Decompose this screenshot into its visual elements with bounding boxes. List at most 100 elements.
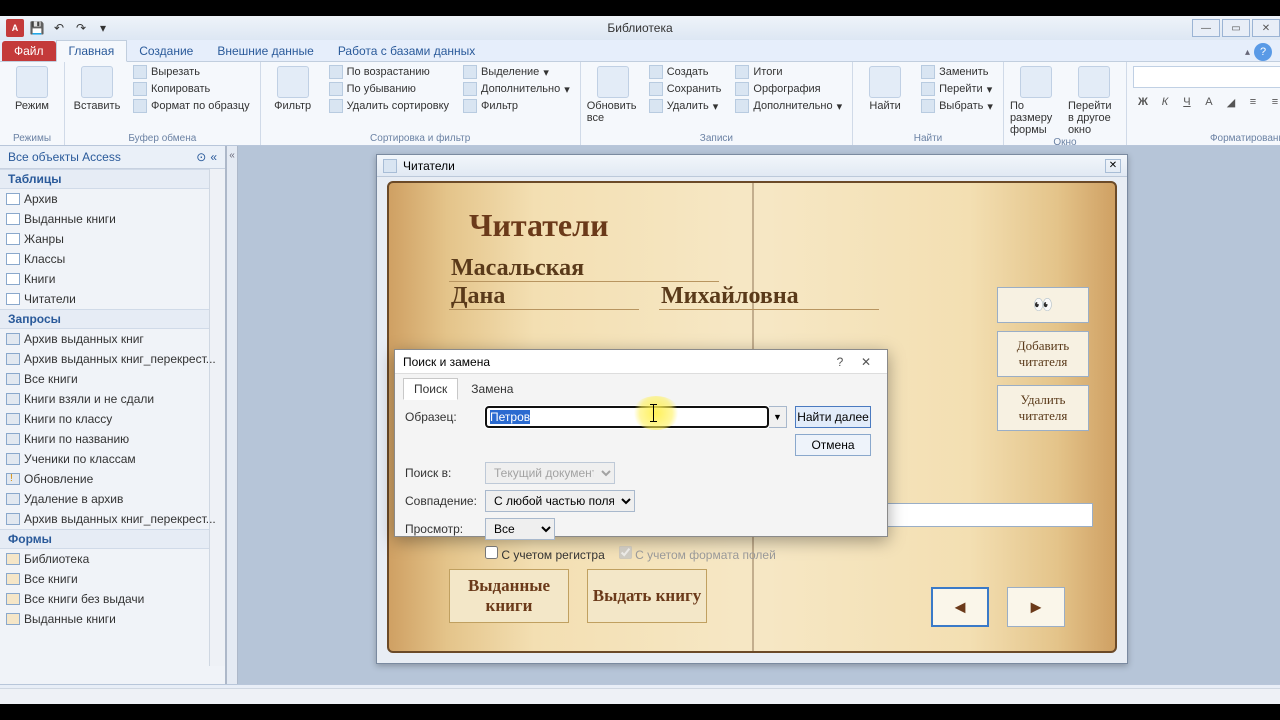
- help-icon[interactable]: ?: [1254, 43, 1272, 61]
- match-format-checkbox[interactable]: С учетом формата полей: [619, 546, 776, 562]
- nav-item[interactable]: Читатели: [0, 289, 225, 309]
- nav-group-Формы[interactable]: Формы⌃: [0, 529, 225, 549]
- copy-button[interactable]: Копировать: [129, 81, 254, 97]
- bold-icon[interactable]: Ж: [1133, 92, 1153, 112]
- cut-button[interactable]: Вырезать: [129, 64, 254, 80]
- format-painter-button[interactable]: Формат по образцу: [129, 98, 254, 114]
- tab-external[interactable]: Внешние данные: [205, 41, 326, 61]
- qat-redo-icon[interactable]: ↷: [72, 19, 90, 37]
- fill-color-icon[interactable]: ◢: [1221, 92, 1241, 112]
- find-next-button[interactable]: Найти далее: [795, 406, 871, 428]
- next-record-button[interactable]: ►: [1007, 587, 1065, 627]
- match-select[interactable]: С любой частью поля: [485, 490, 635, 512]
- records-more-button[interactable]: Дополнительно ▾: [731, 98, 846, 114]
- find-button[interactable]: Найти: [859, 64, 911, 132]
- nav-item[interactable]: Жанры: [0, 229, 225, 249]
- nav-item[interactable]: Книги по названию: [0, 429, 225, 449]
- nav-item[interactable]: Архив: [0, 189, 225, 209]
- close-button[interactable]: ✕: [1252, 19, 1280, 37]
- nav-item[interactable]: Все книги без выдачи: [0, 589, 225, 609]
- align-left-icon[interactable]: ≡: [1243, 92, 1263, 112]
- nav-group-Запросы[interactable]: Запросы⌃: [0, 309, 225, 329]
- firstname-field[interactable]: Дана: [451, 283, 505, 310]
- nav-item[interactable]: Книги взяли и не сдали: [0, 389, 225, 409]
- nav-item[interactable]: Выданные книги: [0, 209, 225, 229]
- prev-record-button[interactable]: ◄: [931, 587, 989, 627]
- underline-icon[interactable]: Ч: [1177, 92, 1197, 112]
- lastname-field[interactable]: Масальская: [451, 255, 584, 282]
- ribbon-minimize-icon[interactable]: ▴: [1245, 47, 1250, 58]
- maximize-button[interactable]: ▭: [1222, 19, 1250, 37]
- nav-item[interactable]: Библиотека: [0, 549, 225, 569]
- nav-item[interactable]: Удаление в архив: [0, 489, 225, 509]
- sample-input[interactable]: [485, 406, 769, 428]
- nav-item[interactable]: Все книги: [0, 569, 225, 589]
- fit-form-button[interactable]: По размеру формы: [1010, 64, 1062, 136]
- sample-dropdown-icon[interactable]: ▼: [769, 406, 787, 428]
- issue-book-button[interactable]: Выдать книгу: [587, 569, 707, 623]
- match-case-checkbox[interactable]: С учетом регистра: [485, 546, 605, 562]
- middlename-field[interactable]: Михайловна: [661, 283, 799, 310]
- view-mode-button[interactable]: Режим: [6, 64, 58, 132]
- nav-item[interactable]: Ученики по классам: [0, 449, 225, 469]
- nav-item[interactable]: Обновление: [0, 469, 225, 489]
- nav-scrollbar-h[interactable]: [0, 688, 1280, 704]
- nav-item[interactable]: Книги: [0, 269, 225, 289]
- toggle-filter-button[interactable]: Фильтр: [459, 98, 574, 114]
- font-color-icon[interactable]: A: [1199, 92, 1219, 112]
- nav-collapse-button[interactable]: «: [226, 146, 238, 684]
- nav-item[interactable]: Архив выданных книг_перекрест...: [0, 509, 225, 529]
- qat-undo-icon[interactable]: ↶: [50, 19, 68, 37]
- sort-desc-button[interactable]: По убыванию: [325, 81, 453, 97]
- font-family-select[interactable]: [1133, 66, 1280, 88]
- minimize-button[interactable]: —: [1192, 19, 1220, 37]
- tab-home[interactable]: Главная: [56, 40, 128, 62]
- save-record-button[interactable]: Сохранить: [645, 81, 726, 97]
- search-reader-button[interactable]: 👀: [997, 287, 1089, 323]
- align-center-icon[interactable]: ≡: [1265, 92, 1280, 112]
- nav-item[interactable]: Классы: [0, 249, 225, 269]
- dialog-close-button[interactable]: ✕: [853, 352, 879, 372]
- nav-item[interactable]: Все книги: [0, 369, 225, 389]
- totals-button[interactable]: Итоги: [731, 64, 846, 80]
- delete-record-button[interactable]: Удалить ▾: [645, 98, 726, 114]
- nav-group-Таблицы[interactable]: Таблицы⌃: [0, 169, 225, 189]
- selection-filter-button[interactable]: Выделение ▾: [459, 64, 574, 80]
- tab-create[interactable]: Создание: [127, 41, 205, 61]
- refresh-all-button[interactable]: Обновить все: [587, 64, 639, 132]
- qat-save-icon[interactable]: 💾: [28, 19, 46, 37]
- qat-customize-icon[interactable]: ▾: [94, 19, 112, 37]
- nav-header[interactable]: Все объекты Access ⊙«: [0, 146, 225, 169]
- dialog-tab-find[interactable]: Поиск: [403, 378, 458, 400]
- advanced-filter-button[interactable]: Дополнительно ▾: [459, 81, 574, 97]
- select-button[interactable]: Выбрать ▾: [917, 98, 997, 114]
- nav-item[interactable]: Книги по классу: [0, 409, 225, 429]
- nav-item[interactable]: Выданные книги: [0, 609, 225, 629]
- issued-books-button[interactable]: Выданные книги: [449, 569, 569, 623]
- cancel-button[interactable]: Отмена: [795, 434, 871, 456]
- clear-sort-button[interactable]: Удалить сортировку: [325, 98, 453, 114]
- paste-button[interactable]: Вставить: [71, 64, 123, 132]
- search-direction-select[interactable]: Все: [485, 518, 555, 540]
- sort-asc-button[interactable]: По возрастанию: [325, 64, 453, 80]
- nav-search-icon[interactable]: «: [210, 150, 217, 164]
- nav-dropdown-icon[interactable]: ⊙: [196, 150, 206, 164]
- tab-file[interactable]: Файл: [2, 41, 56, 61]
- dialog-help-button[interactable]: ?: [827, 352, 853, 372]
- lookin-select[interactable]: Текущий документ: [485, 462, 615, 484]
- italic-icon[interactable]: К: [1155, 92, 1175, 112]
- dialog-tab-replace[interactable]: Замена: [460, 378, 524, 400]
- form-close-button[interactable]: ✕: [1105, 159, 1121, 173]
- tab-dbtools[interactable]: Работа с базами данных: [326, 41, 487, 61]
- nav-item[interactable]: Архив выданных книг_перекрест...: [0, 349, 225, 369]
- nav-item[interactable]: Архив выданных книг: [0, 329, 225, 349]
- delete-reader-button[interactable]: Удалить читателя: [997, 385, 1089, 431]
- new-record-button[interactable]: Создать: [645, 64, 726, 80]
- switch-window-button[interactable]: Перейти в другое окно: [1068, 64, 1120, 136]
- app-icon[interactable]: A: [6, 19, 24, 37]
- goto-button[interactable]: Перейти ▾: [917, 81, 997, 97]
- add-reader-button[interactable]: Добавить читателя: [997, 331, 1089, 377]
- filter-button[interactable]: Фильтр: [267, 64, 319, 132]
- replace-button[interactable]: Заменить: [917, 64, 997, 80]
- spelling-button[interactable]: Орфография: [731, 81, 846, 97]
